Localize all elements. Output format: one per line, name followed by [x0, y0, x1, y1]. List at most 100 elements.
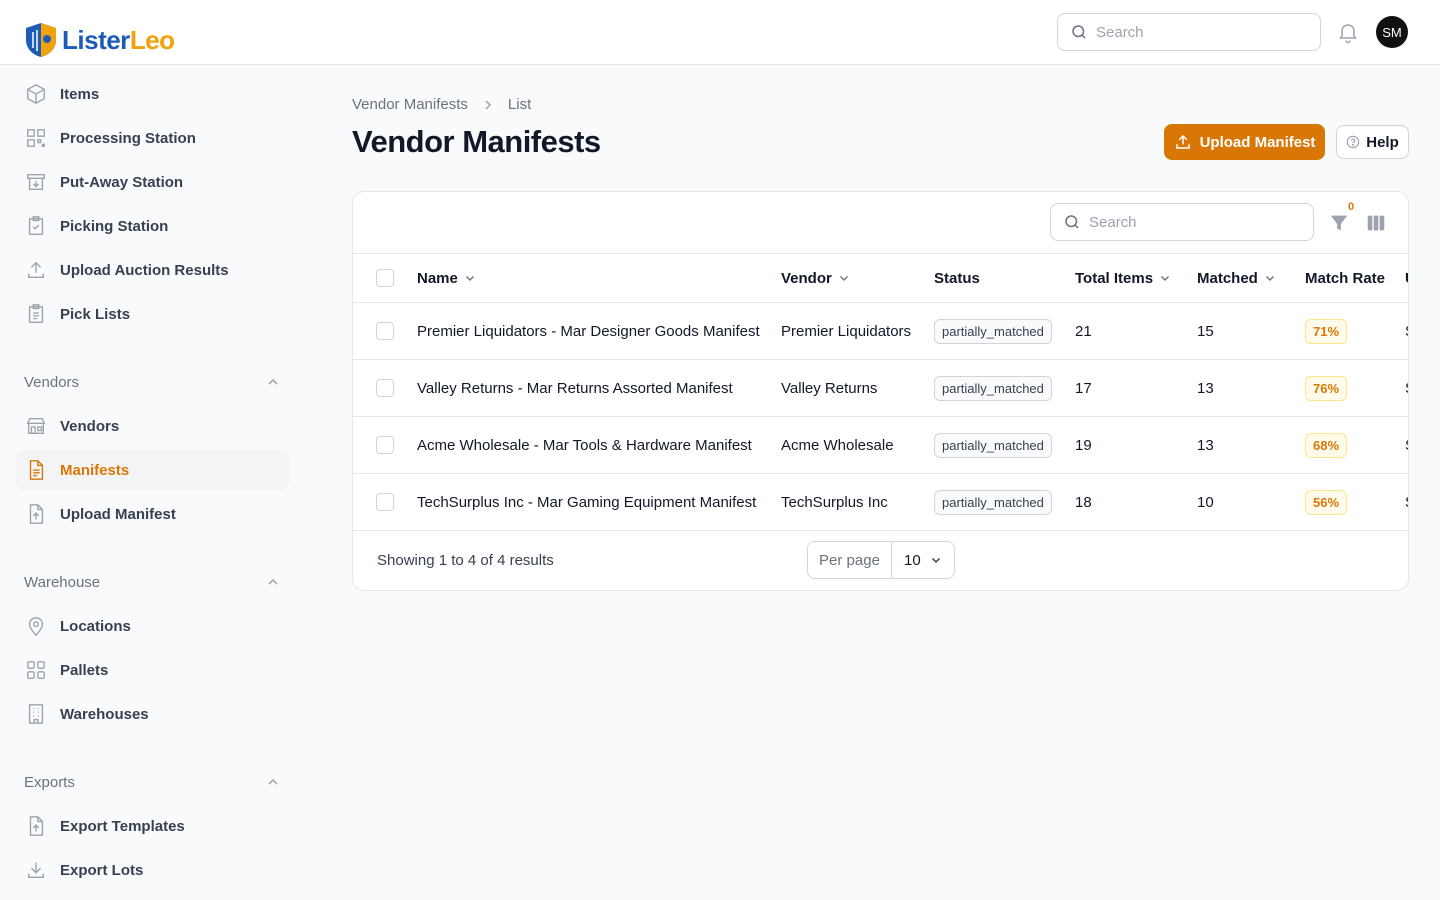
grid-icon — [27, 661, 45, 679]
upload-manifest-label: Upload Manifest — [1199, 133, 1316, 151]
chevron-down-icon — [839, 276, 848, 281]
sidebar-item-upload-auction-results[interactable]: Upload Auction Results — [16, 250, 289, 290]
cell-name[interactable]: Premier Liquidators - Mar Designer Goods… — [417, 303, 760, 359]
sidebar-item-pallets[interactable]: Pallets — [16, 650, 289, 690]
select-all-checkbox[interactable] — [376, 269, 394, 287]
sidebar-item-items[interactable]: Items — [16, 74, 289, 114]
table-row[interactable]: Acme Wholesale - Mar Tools & Hardware Ma… — [353, 417, 1408, 474]
global-search-input[interactable] — [1096, 23, 1296, 41]
sidebar-item-label: Upload Auction Results — [60, 261, 229, 279]
sidebar-item-label: Upload Manifest — [60, 505, 176, 523]
group-title-vendors[interactable]: Vendors — [24, 370, 281, 394]
table-search-input[interactable] — [1089, 213, 1289, 231]
cell-status: partially_matched — [934, 360, 1052, 416]
sidebar-item-picking-station[interactable]: Picking Station — [16, 206, 289, 246]
sidebar-item-export-lots[interactable]: Export Lots — [16, 850, 289, 890]
sidebar-item-processing-station[interactable]: Processing Station — [16, 118, 289, 158]
group-title-exports[interactable]: Exports — [24, 770, 281, 794]
user-avatar[interactable]: SM — [1376, 16, 1408, 48]
column-header-name[interactable]: Name — [417, 254, 476, 302]
cell-match-rate: 76% — [1305, 360, 1348, 416]
filter-count-badge: 0 — [1348, 201, 1355, 213]
breadcrumb-current: List — [507, 96, 532, 113]
chevron-down-icon — [465, 276, 474, 281]
sidebar-item-vendors[interactable]: Vendors — [16, 406, 289, 446]
logo[interactable]: ListerLeo — [24, 20, 175, 60]
status-badge: partially_matched — [934, 318, 1052, 344]
cell-name[interactable]: Valley Returns - Mar Returns Assorted Ma… — [417, 360, 733, 416]
cell-name[interactable]: TechSurplus Inc - Mar Gaming Equipment M… — [417, 474, 756, 530]
archive-in-icon — [27, 173, 45, 191]
row-checkbox[interactable] — [376, 436, 394, 454]
group-title-label: Vendors — [24, 373, 80, 391]
row-checkbox[interactable] — [376, 322, 394, 340]
column-header-total-items[interactable]: Total Items — [1075, 254, 1171, 302]
map-pin-icon — [28, 617, 44, 637]
cell-truncated: S — [1405, 417, 1408, 473]
sidebar-item-export-templates[interactable]: Export Templates — [16, 806, 289, 846]
chevron-down-icon — [931, 557, 941, 564]
sidebar-item-locations[interactable]: Locations — [16, 606, 289, 646]
match-rate-badge: 56% — [1305, 489, 1348, 515]
cell-match-rate: 56% — [1305, 474, 1348, 530]
sidebar-item-label: Export Templates — [60, 817, 185, 835]
chevron-up-icon — [268, 578, 278, 585]
column-header-match-rate: Match Rate — [1305, 269, 1386, 287]
upload-icon — [27, 261, 45, 279]
group-title-warehouse[interactable]: Warehouse — [24, 570, 281, 594]
group-title-label: Exports — [24, 773, 75, 791]
columns-icon[interactable] — [1365, 212, 1387, 234]
bell-icon[interactable] — [1336, 20, 1360, 44]
shield-logo-icon — [26, 23, 56, 57]
status-badge: partially_matched — [934, 432, 1052, 458]
document-text-icon — [29, 460, 44, 480]
column-header-matched[interactable]: Matched — [1197, 254, 1276, 302]
pagination-summary: Showing 1 to 4 of 4 results — [377, 552, 554, 569]
per-page-select[interactable]: Per page 10 — [807, 541, 955, 579]
cell-matched: 13 — [1197, 379, 1214, 397]
breadcrumb-parent[interactable]: Vendor Manifests — [352, 96, 468, 113]
cell-status: partially_matched — [934, 474, 1052, 530]
group-title-label: Warehouse — [24, 573, 101, 591]
sidebar-item-upload-manifest[interactable]: Upload Manifest — [16, 494, 289, 534]
storefront-icon — [26, 417, 46, 435]
cell-total-items: 21 — [1075, 322, 1092, 340]
manifests-table-card: 0 Name Vendor Status Total Items Matched… — [352, 191, 1409, 591]
clipboard-check-icon — [28, 216, 44, 235]
chevron-up-icon — [268, 778, 278, 785]
chevron-right-icon — [485, 99, 491, 110]
cell-vendor: TechSurplus Inc — [781, 493, 888, 511]
document-upload-icon — [29, 504, 44, 524]
table-row[interactable]: Premier Liquidators - Mar Designer Goods… — [353, 303, 1408, 360]
cell-match-rate: 68% — [1305, 417, 1348, 473]
table-row[interactable]: TechSurplus Inc - Mar Gaming Equipment M… — [353, 474, 1408, 531]
cell-name[interactable]: Acme Wholesale - Mar Tools & Hardware Ma… — [417, 417, 752, 473]
sidebar-item-manifests[interactable]: Manifests — [16, 450, 289, 490]
sidebar-item-label: Locations — [60, 617, 131, 635]
table-row[interactable]: Valley Returns - Mar Returns Assorted Ma… — [353, 360, 1408, 417]
column-header-vendor[interactable]: Vendor — [781, 254, 850, 302]
row-checkbox[interactable] — [376, 379, 394, 397]
sidebar-item-warehouses[interactable]: Warehouses — [16, 694, 289, 734]
table-search[interactable] — [1050, 203, 1314, 241]
sidebar-item-put-away-station[interactable]: Put-Away Station — [16, 162, 289, 202]
row-checkbox[interactable] — [376, 493, 394, 511]
cell-matched: 13 — [1197, 436, 1214, 454]
cell-vendor: Premier Liquidators — [781, 322, 912, 340]
sidebar-item-label: Export Lots — [60, 861, 144, 879]
upload-manifest-button[interactable]: Upload Manifest — [1164, 124, 1325, 160]
global-search[interactable] — [1057, 13, 1321, 51]
clipboard-list-icon — [28, 304, 44, 323]
logo-text: ListerLeo — [62, 24, 175, 55]
sidebar-item-label: Processing Station — [60, 129, 196, 147]
per-page-label: Per page — [808, 542, 892, 578]
sidebar-item-pick-lists[interactable]: Pick Lists — [16, 294, 289, 334]
filter-icon[interactable] — [1328, 212, 1350, 234]
status-badge: partially_matched — [934, 375, 1052, 401]
help-button[interactable]: Help — [1336, 125, 1409, 159]
download-icon — [27, 862, 45, 879]
sidebar-item-label: Manifests — [60, 461, 130, 479]
per-page-value[interactable]: 10 — [892, 542, 954, 578]
help-label: Help — [1366, 133, 1399, 151]
chevron-down-icon — [1265, 276, 1274, 281]
